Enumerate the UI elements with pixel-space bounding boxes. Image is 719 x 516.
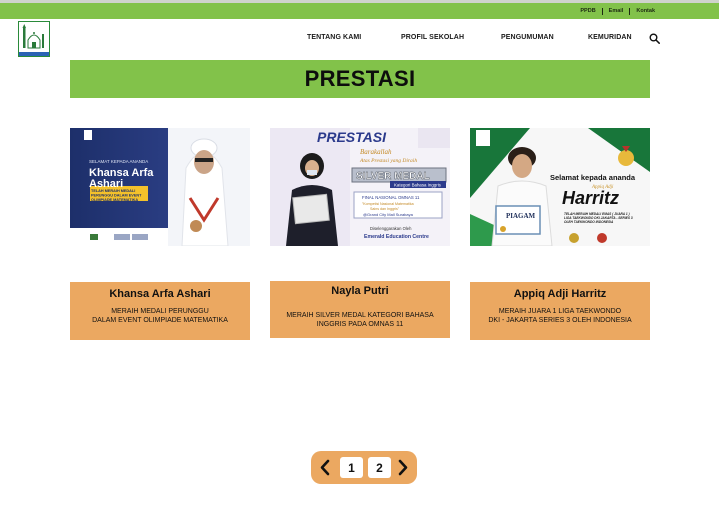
nav-pengumuman[interactable]: PENGUMUMAN <box>501 34 554 41</box>
pagination: 1 2 <box>311 451 417 484</box>
poster-1-greeting: SELAMAT KEPADA ANANDA <box>89 159 148 164</box>
nav-profil-sekolah[interactable]: PROFIL SEKOLAH <box>401 34 464 41</box>
achievement-photo-1[interactable]: SELAMAT KEPADA ANANDA Khansa Arfa Ashari… <box>70 128 250 246</box>
poster-2-greeting-line1: Barakallah <box>360 148 392 156</box>
achievement-photo-2[interactable]: PRESTASI Barakallah Atas Prestasi yang D… <box>270 128 450 246</box>
achievement-card-1[interactable]: Khansa Arfa Ashari MERAIH MEDALI PERUNGG… <box>70 282 250 340</box>
poster-2-organizer: Emerald Education Centre <box>364 234 429 240</box>
student-name: Nayla Putri <box>331 285 389 297</box>
achievement-photo-3[interactable]: Selamat kepada ananda Appiq Adji Harritz… <box>470 128 650 246</box>
poster-2-title: PRESTASI <box>317 129 387 145</box>
logo-banner <box>19 52 49 56</box>
poster-2-category: Kategori Bahasa Inggris <box>394 183 442 188</box>
poster-2-event-line1: FINAL NASIONAL OMNAS 11 <box>362 195 420 200</box>
achievement-description: MERAIH JUARA 1 LIGA TAEKWONDO DKI - JAKA… <box>488 308 632 324</box>
achievement-poster-3: Selamat kepada ananda Appiq Adji Harritz… <box>470 128 650 246</box>
achievement-poster-2: PRESTASI Barakallah Atas Prestasi yang D… <box>270 128 450 246</box>
ppdb-link[interactable]: PPDB <box>574 7 601 15</box>
student-name: Khansa Arfa Ashari <box>109 288 211 300</box>
email-link[interactable]: Email <box>603 7 630 15</box>
nav-kemuridan[interactable]: KEMURIDAN <box>588 34 632 41</box>
search-icon[interactable] <box>649 33 660 44</box>
kontak-link[interactable]: Kontak <box>630 7 661 15</box>
poster-3-certificate: PIAGAM <box>506 212 536 220</box>
poster-3-last-name: Harritz <box>562 188 619 208</box>
nav-tentang-kami[interactable]: TENTANG KAMI <box>307 34 361 41</box>
achievement-description: MERAIH MEDALI PERUNGGU DALAM EVENT OLIMP… <box>92 308 228 324</box>
poster-1-achievement-line1: TELAH MERAIH MEDALI <box>91 189 135 193</box>
chevron-right-icon[interactable] <box>396 459 410 476</box>
poster-2-organizer-label: Diselenggarakan Oleh <box>370 226 412 231</box>
page-1-button[interactable]: 1 <box>340 457 363 478</box>
poster-2-venue: @Grand City Mall Surabaya <box>363 212 414 217</box>
poster-3-achievement-line3: OLEH TAEKWONDO INDONESIA <box>564 220 614 224</box>
poster-1-achievement-line3: OLIMPIADE MATEMATIKA <box>91 198 138 202</box>
poster-3-greeting: Selamat kepada ananda <box>550 173 636 182</box>
achievement-card-2[interactable]: Nayla Putri MERAIH SILVER MEDAL KATEGORI… <box>270 281 450 338</box>
achievement-description: MERAIH SILVER MEDAL KATEGORI BAHASA INGG… <box>286 312 434 328</box>
achievement-poster-1: SELAMAT KEPADA ANANDA Khansa Arfa Ashari… <box>70 128 250 246</box>
chevron-left-icon[interactable] <box>318 459 332 476</box>
section-banner: PRESTASI <box>70 60 650 98</box>
page-title: PRESTASI <box>304 66 416 91</box>
poster-2-event-line2: "Kompetisi Nasional Matematika <box>362 202 414 206</box>
page-2-button[interactable]: 2 <box>368 457 391 478</box>
poster-2-medal: SILVER MEDAL <box>356 171 430 182</box>
poster-2-event-line3: Sains dan Inggris" <box>370 207 400 211</box>
achievement-card-3[interactable]: Appiq Adji Harritz MERAIH JUARA 1 LIGA T… <box>470 282 650 340</box>
main-nav: TENTANG KAMI PROFIL SEKOLAH PENGUMUMAN K… <box>0 34 719 48</box>
utility-bar: PPDB Email Kontak <box>0 3 719 19</box>
poster-2-greeting-line2: Atas Prestasi yang Diraih <box>359 158 417 164</box>
student-name: Appiq Adji Harritz <box>513 288 607 300</box>
poster-1-achievement-line2: PERUNGGU DALAM EVENT <box>91 194 142 198</box>
